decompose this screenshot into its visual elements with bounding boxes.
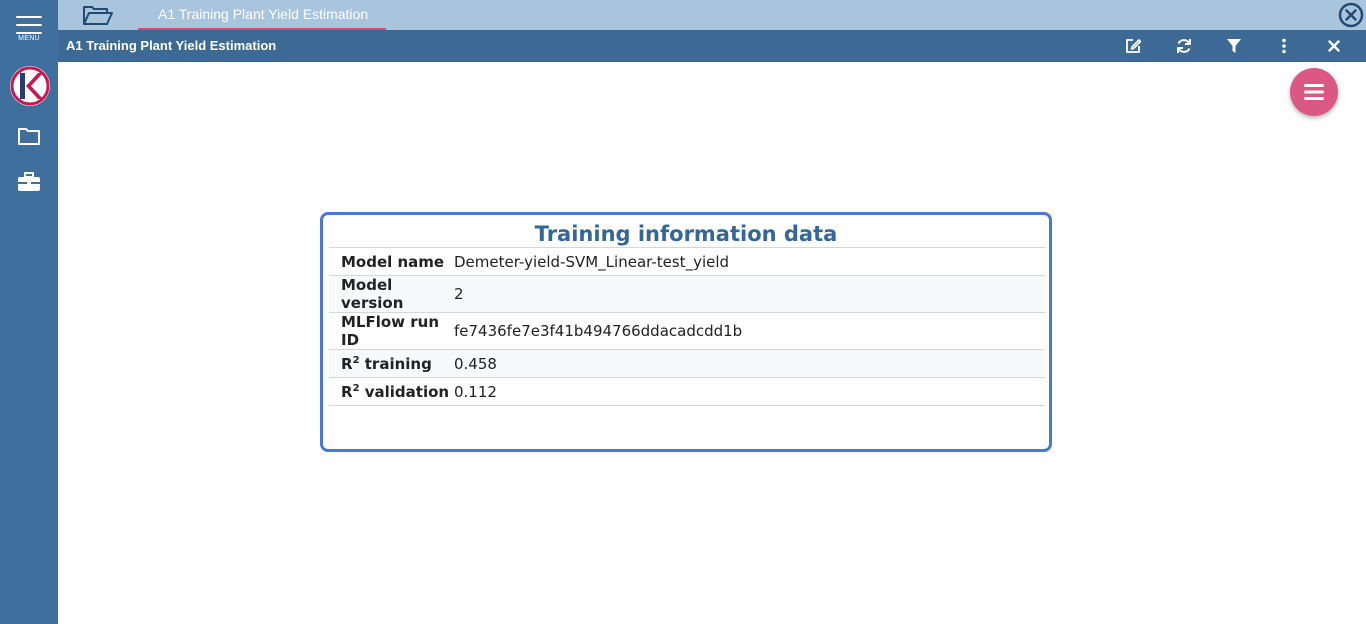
logo-k-icon xyxy=(10,66,50,106)
row-key-prefix: R xyxy=(341,382,353,401)
tab-active[interactable]: A1 Training Plant Yield Estimation xyxy=(138,0,386,30)
title-bar: A1 Training Plant Yield Estimation xyxy=(58,30,1366,62)
menu-button[interactable]: MENU xyxy=(0,10,58,50)
card-title: Training information data xyxy=(534,222,838,246)
row-key: R2 training xyxy=(329,350,454,378)
table-row: R2 training 0.458 xyxy=(329,349,1045,378)
folder-icon[interactable] xyxy=(17,124,41,148)
sidebar: MENU xyxy=(0,0,58,624)
row-key: MLFlow run ID xyxy=(341,313,440,349)
close-circle-icon[interactable] xyxy=(1338,2,1364,28)
row-value: 2 xyxy=(454,285,464,303)
table-row: Model version 2 xyxy=(329,275,1045,313)
row-key-sup: 2 xyxy=(352,354,360,366)
row-key: R2 validation xyxy=(329,378,454,406)
tab-label: A1 Training Plant Yield Estimation xyxy=(158,6,369,22)
row-key-sup: 2 xyxy=(352,382,360,394)
page-title: A1 Training Plant Yield Estimation xyxy=(66,38,277,53)
edit-icon[interactable] xyxy=(1123,36,1143,56)
table-row: Model name Demeter-yield-SVM_Linear-test… xyxy=(329,247,1045,276)
row-key-prefix: R xyxy=(341,354,353,373)
open-folder-icon[interactable] xyxy=(82,3,114,27)
info-table: Model name Demeter-yield-SVM_Linear-test… xyxy=(329,247,1045,406)
menu-label: MENU xyxy=(18,35,40,42)
row-key-suffix: training xyxy=(359,354,432,373)
tab-bar: A1 Training Plant Yield Estimation xyxy=(58,0,1366,30)
row-value: 0.458 xyxy=(454,354,497,373)
row-value: fe7436fe7e3f41b494766ddacadcdd1b xyxy=(454,322,743,340)
row-key: Model name xyxy=(341,252,445,271)
row-key: Model version xyxy=(341,276,404,312)
refresh-icon[interactable] xyxy=(1174,36,1194,56)
more-vertical-icon[interactable] xyxy=(1274,36,1294,56)
row-value: 0.112 xyxy=(454,382,497,401)
training-info-card: Training information data Model name Dem… xyxy=(320,212,1052,452)
table-row: R2 validation 0.112 xyxy=(329,377,1045,406)
row-key-suffix: validation xyxy=(359,382,450,401)
row-value: Demeter-yield-SVM_Linear-test_yield xyxy=(454,252,730,271)
close-icon[interactable] xyxy=(1324,36,1344,56)
table-row: MLFlow run ID fe7436fe7e3f41b494766ddaca… xyxy=(329,312,1045,350)
fab-menu-button[interactable] xyxy=(1290,68,1338,116)
briefcase-icon[interactable] xyxy=(17,170,41,194)
hamburger-icon xyxy=(1304,84,1324,100)
filter-icon[interactable] xyxy=(1224,36,1244,56)
app-logo[interactable] xyxy=(10,66,50,106)
